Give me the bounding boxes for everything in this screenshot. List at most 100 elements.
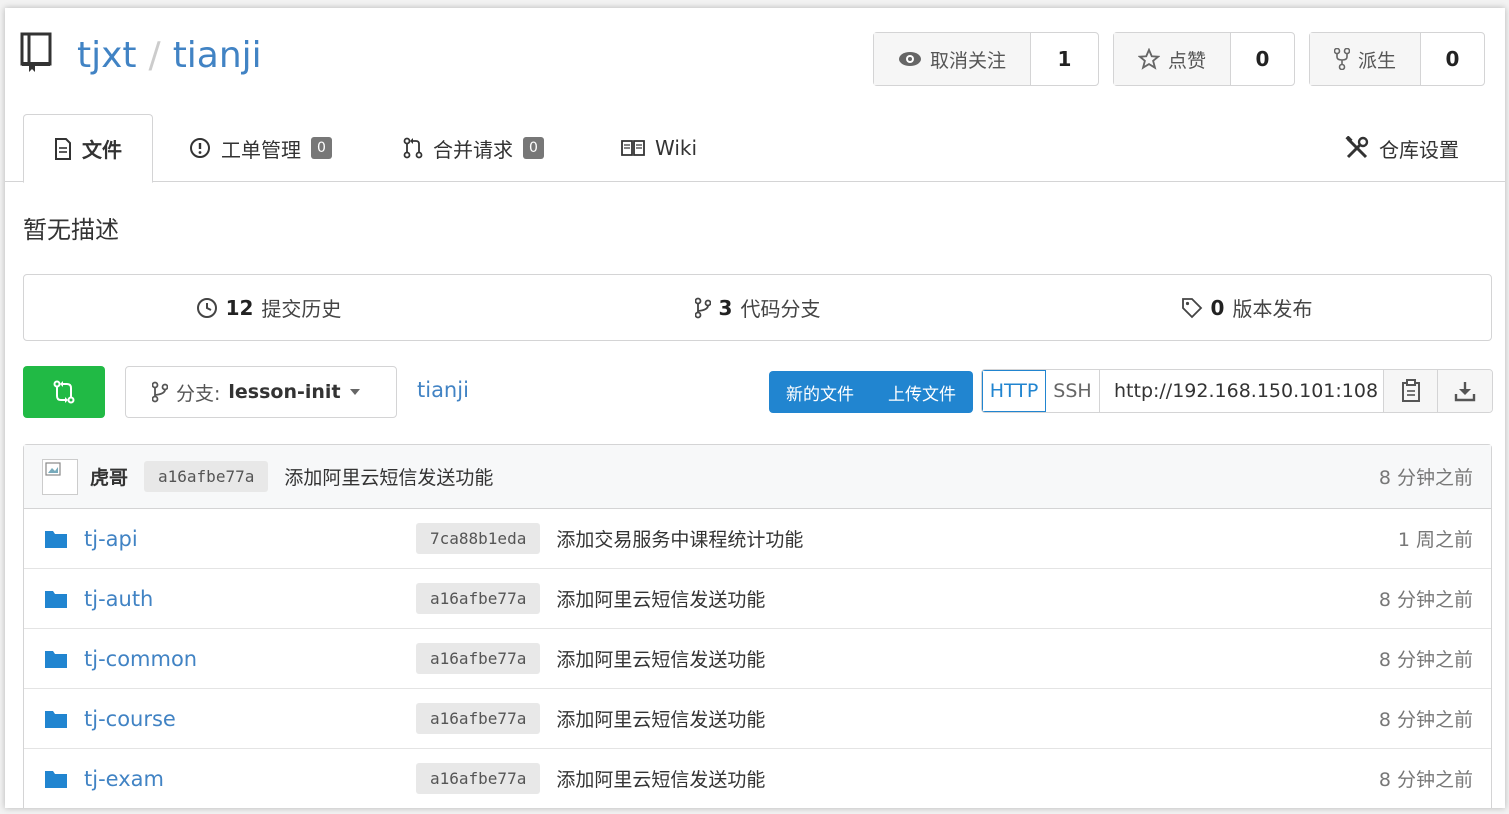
commit-label: 提交历史 — [261, 297, 342, 321]
commit-sha[interactable]: a16afbe77a — [144, 461, 269, 492]
issue-opened-icon — [190, 138, 210, 158]
row-commit-sha[interactable]: a16afbe77a — [416, 763, 541, 794]
new-file-button[interactable]: 新的文件 — [769, 380, 871, 405]
clone-url-input[interactable]: http://192.168.150.101:108 — [1100, 370, 1384, 412]
author-avatar[interactable] — [42, 458, 78, 495]
folder-icon — [45, 770, 67, 788]
file-text-icon — [55, 137, 71, 160]
row-commit-sha[interactable]: 7ca88b1eda — [416, 523, 541, 554]
folder-icon — [45, 650, 67, 668]
stat-commits[interactable]: 12 提交历史 — [24, 275, 513, 340]
row-commit-sha[interactable]: a16afbe77a — [416, 703, 541, 734]
watch-button-group: 取消关注 1 — [873, 32, 1099, 86]
copy-url-button[interactable] — [1384, 370, 1438, 412]
repo-title-separator: / — [148, 35, 161, 76]
file-name-link[interactable]: tj-exam — [84, 767, 416, 791]
current-branch: lesson-init — [228, 381, 341, 403]
repo-name-link[interactable]: tianji — [173, 35, 262, 76]
branch-dropdown[interactable]: 分支: lesson-init — [125, 366, 397, 418]
tools-icon — [1345, 136, 1369, 159]
star-icon — [1138, 48, 1160, 70]
repo-tabs: 文件 工单管理 0 合并请求 0 Wiki 仓库设置 — [5, 114, 1505, 183]
path-breadcrumb[interactable]: tianji — [417, 378, 469, 402]
http-protocol-button[interactable]: HTTP — [982, 370, 1046, 412]
file-actions-group: 新的文件 上传文件 — [769, 371, 973, 413]
repo-book-icon — [20, 32, 52, 72]
row-commit-age: 8 分钟之前 — [1378, 649, 1473, 671]
tab-files[interactable]: 文件 — [23, 114, 153, 183]
commit-count: 12 — [225, 295, 254, 320]
clone-url-group: HTTP SSH http://192.168.150.101:108 — [981, 369, 1493, 413]
stat-branches[interactable]: 3 代码分支 — [513, 275, 1002, 340]
table-row: tj-api 7ca88b1eda 添加交易服务中课程统计功能 1 周之前 — [24, 509, 1491, 569]
watch-label: 取消关注 — [930, 49, 1007, 72]
commit-message[interactable]: 添加阿里云短信发送功能 — [284, 463, 493, 490]
commit-author[interactable]: 虎哥 — [90, 463, 128, 490]
clipboard-icon — [1401, 379, 1420, 402]
stat-releases[interactable]: 0 版本发布 — [1002, 275, 1491, 340]
row-commit-message[interactable]: 添加阿里云短信发送功能 — [556, 705, 765, 732]
folder-icon — [45, 590, 67, 608]
fork-button-group: 派生 0 — [1309, 32, 1485, 86]
eye-icon — [899, 52, 921, 66]
star-button-group: 点赞 0 — [1113, 32, 1295, 86]
row-commit-message[interactable]: 添加阿里云短信发送功能 — [556, 645, 765, 672]
upload-file-button[interactable]: 上传文件 — [871, 380, 973, 405]
download-icon — [1454, 382, 1476, 402]
star-count[interactable]: 0 — [1231, 33, 1294, 85]
table-row: tj-exam a16afbe77a 添加阿里云短信发送功能 8 分钟之前 — [24, 749, 1491, 808]
repo-page: tjxt / tianji 取消关注 1 点赞 0 派生 0 文件 工单管理 0… — [5, 8, 1505, 808]
row-commit-sha[interactable]: a16afbe77a — [416, 583, 541, 614]
file-table: 虎哥 a16afbe77a 添加阿里云短信发送功能 8 分钟之前 tj-api … — [23, 444, 1492, 808]
table-row: tj-common a16afbe77a 添加阿里云短信发送功能 8 分钟之前 — [24, 629, 1491, 689]
watch-button[interactable]: 取消关注 — [874, 33, 1032, 85]
branch-count: 3 — [718, 295, 733, 320]
watch-count[interactable]: 1 — [1031, 33, 1098, 85]
branch-label: 代码分支 — [740, 297, 821, 321]
book-icon — [621, 140, 645, 156]
tab-files-label: 文件 — [82, 138, 122, 162]
broken-image-icon — [45, 461, 61, 476]
tab-wiki-label: Wiki — [655, 136, 698, 160]
tag-icon — [1181, 297, 1202, 318]
branch-prefix: 分支: — [176, 382, 221, 405]
download-button[interactable] — [1438, 370, 1492, 412]
fork-label: 派生 — [1358, 49, 1397, 72]
row-commit-message[interactable]: 添加交易服务中课程统计功能 — [556, 525, 803, 552]
pull-request-icon — [403, 137, 423, 159]
file-name-link[interactable]: tj-auth — [84, 587, 416, 611]
tab-issues[interactable]: 工单管理 0 — [189, 114, 332, 182]
tab-settings[interactable]: 仓库设置 — [1345, 114, 1459, 182]
sync-icon — [53, 380, 75, 404]
repo-owner-link[interactable]: tjxt — [77, 35, 137, 76]
table-row: tj-course a16afbe77a 添加阿里云短信发送功能 8 分钟之前 — [24, 689, 1491, 749]
folder-icon — [45, 710, 67, 728]
compare-button[interactable] — [23, 366, 105, 418]
repo-description: 暂无描述 — [23, 216, 119, 244]
row-commit-age: 8 分钟之前 — [1378, 589, 1473, 611]
tab-pulls[interactable]: 合并请求 0 — [403, 114, 544, 182]
table-row: tj-auth a16afbe77a 添加阿里云短信发送功能 8 分钟之前 — [24, 569, 1491, 629]
row-commit-age: 8 分钟之前 — [1378, 709, 1473, 731]
row-commit-message[interactable]: 添加阿里云短信发送功能 — [556, 765, 765, 792]
file-name-link[interactable]: tj-common — [84, 647, 416, 671]
fork-count[interactable]: 0 — [1421, 33, 1484, 85]
repo-header: tjxt / tianji 取消关注 1 点赞 0 派生 0 — [5, 8, 1505, 108]
fork-icon — [1334, 48, 1350, 70]
latest-commit-header: 虎哥 a16afbe77a 添加阿里云短信发送功能 8 分钟之前 — [24, 445, 1491, 509]
row-commit-message[interactable]: 添加阿里云短信发送功能 — [556, 585, 765, 612]
tab-wiki[interactable]: Wiki — [621, 114, 697, 182]
ssh-protocol-button[interactable]: SSH — [1046, 370, 1100, 412]
history-icon — [196, 297, 217, 318]
branch-icon — [152, 381, 168, 403]
star-label: 点赞 — [1168, 49, 1207, 72]
file-name-link[interactable]: tj-course — [84, 707, 416, 731]
repo-title: tjxt / tianji — [77, 32, 262, 80]
branch-icon — [694, 297, 711, 318]
row-commit-age: 1 周之前 — [1397, 529, 1473, 551]
star-button[interactable]: 点赞 — [1114, 33, 1232, 85]
tab-pulls-label: 合并请求 — [433, 137, 513, 162]
file-name-link[interactable]: tj-api — [84, 527, 416, 551]
fork-button[interactable]: 派生 — [1310, 33, 1422, 85]
row-commit-sha[interactable]: a16afbe77a — [416, 643, 541, 674]
